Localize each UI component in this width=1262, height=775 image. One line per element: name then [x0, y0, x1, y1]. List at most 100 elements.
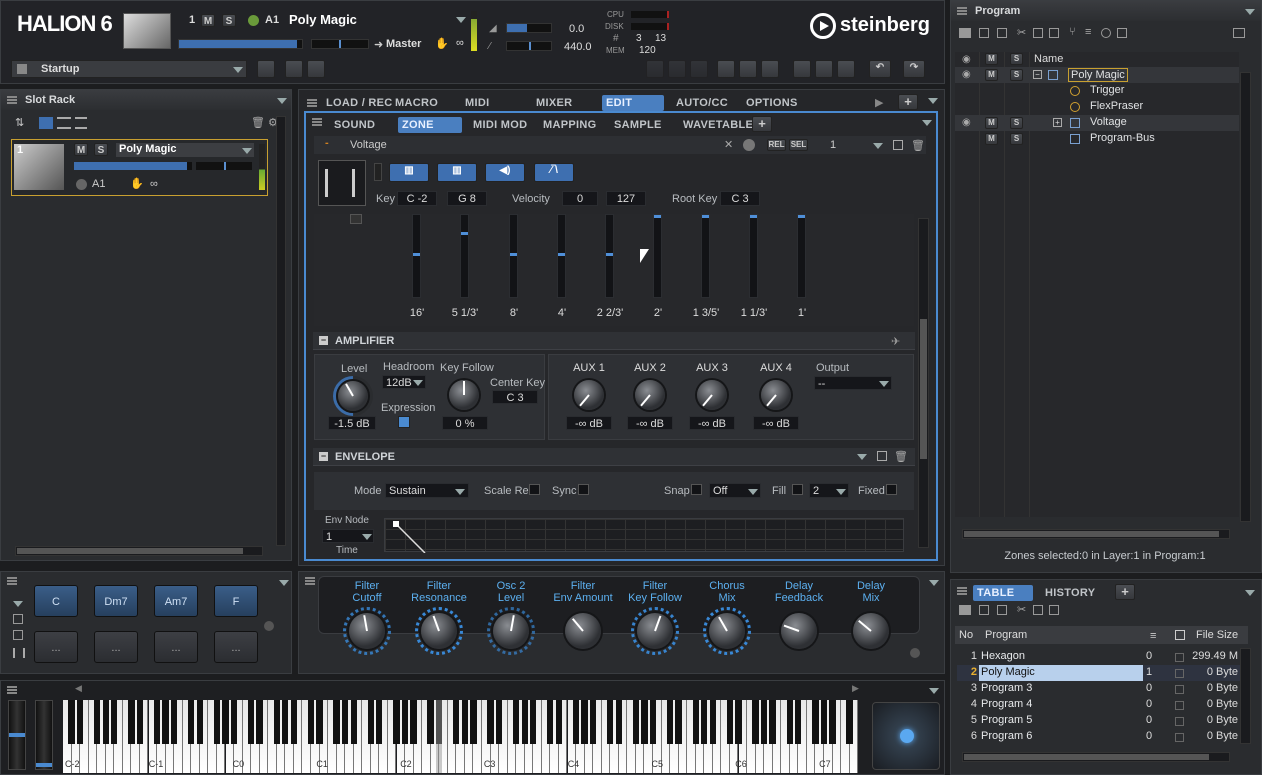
toolbar-icon-2[interactable]	[668, 60, 686, 78]
tree-item-module[interactable]: Trigger	[1090, 84, 1124, 96]
key-high-field[interactable]: G 8	[447, 191, 487, 206]
black-key[interactable]	[649, 700, 657, 744]
black-key[interactable]	[273, 700, 280, 744]
level-value[interactable]: -1.5 dB	[328, 416, 376, 430]
slot-mute-button[interactable]: M	[74, 143, 88, 156]
black-key[interactable]	[111, 700, 118, 744]
black-key[interactable]	[752, 700, 759, 744]
solo-button[interactable]: S	[222, 14, 236, 27]
slot-program-name[interactable]: Poly Magic	[116, 143, 254, 157]
black-key[interactable]	[316, 700, 323, 744]
drawbar-9[interactable]	[797, 214, 806, 298]
row-program-name[interactable]: Hexagon	[979, 649, 1143, 665]
snap-checkbox[interactable]	[691, 484, 702, 495]
black-key[interactable]	[290, 700, 297, 744]
black-key[interactable]	[170, 700, 178, 744]
root-key-field[interactable]: C 3	[720, 191, 760, 206]
tab-options[interactable]: OPTIONS	[742, 95, 802, 111]
keyboard-scroll-right-icon[interactable]: ▶	[852, 683, 859, 694]
output-dropdown-icon[interactable]	[879, 381, 889, 387]
qc-1-knob[interactable]	[349, 613, 385, 649]
amplifier-collapse-icon[interactable]: −	[319, 336, 328, 345]
visibility-icon[interactable]: ◉	[962, 117, 971, 128]
row-program-name[interactable]: Program 4	[979, 697, 1143, 713]
zone-solo-icon[interactable]	[743, 139, 755, 151]
module-icon[interactable]	[1101, 28, 1111, 38]
keyboard-range-button[interactable]: ▥	[389, 163, 429, 182]
pads-menu-icon[interactable]	[279, 580, 289, 586]
pad-3[interactable]: Am7	[154, 585, 198, 617]
tree-item-bus[interactable]: Program-Bus	[1090, 132, 1155, 144]
black-key[interactable]	[487, 700, 494, 744]
black-key[interactable]	[68, 700, 75, 744]
aux-2-knob[interactable]	[635, 380, 665, 410]
save-program-icon[interactable]	[979, 28, 989, 38]
tree-item-layer[interactable]: Voltage	[1090, 116, 1127, 128]
envelope-save-icon[interactable]	[877, 451, 887, 461]
black-key[interactable]	[307, 700, 315, 744]
black-key[interactable]	[632, 700, 639, 744]
black-key[interactable]	[153, 700, 161, 744]
toolbar-icon-9[interactable]	[837, 60, 855, 78]
editor-menu-icon[interactable]	[928, 98, 938, 104]
tab-auto-cc[interactable]: AUTO/CC	[672, 95, 732, 111]
amplifier-section-header[interactable]: − AMPLIFIER	[313, 332, 915, 350]
black-key[interactable]	[701, 700, 708, 744]
tab-mapping[interactable]: MAPPING	[539, 117, 600, 133]
pads-keyboard-icon[interactable]	[13, 648, 25, 658]
scale-rel-checkbox[interactable]	[529, 484, 540, 495]
trash-icon[interactable]: 🗑	[251, 116, 265, 129]
slot-volume-slider[interactable]	[74, 162, 192, 170]
black-key[interactable]	[521, 700, 528, 744]
pan-slider[interactable]	[311, 39, 369, 49]
black-key[interactable]	[555, 700, 563, 744]
table-copy-icon[interactable]	[1033, 605, 1043, 615]
redo-icon[interactable]: ↷	[903, 60, 925, 78]
row-solo-button[interactable]: S	[1010, 69, 1023, 81]
toolbar-icon-6[interactable]	[761, 60, 779, 78]
mute-button[interactable]: M	[201, 14, 215, 27]
sync-checkbox[interactable]	[578, 484, 589, 495]
tab-edit[interactable]: EDIT	[602, 95, 664, 111]
preset-name[interactable]: Startup	[41, 63, 80, 75]
fill-dropdown-icon[interactable]	[836, 489, 846, 495]
tab-sound[interactable]: SOUND	[330, 117, 379, 133]
toolbar-icon-3[interactable]	[690, 60, 708, 78]
row-program-name[interactable]: Program 5	[979, 713, 1143, 729]
black-key[interactable]	[453, 700, 460, 744]
toolbar-icon-5[interactable]	[739, 60, 757, 78]
drawbar-handle[interactable]	[350, 214, 362, 224]
col-count-icon[interactable]: ≡	[1150, 630, 1156, 642]
zone-delete-icon[interactable]: 🗑	[911, 139, 925, 152]
table-cut-icon[interactable]: ✂	[1017, 603, 1026, 616]
black-key[interactable]	[589, 700, 597, 744]
aux-4-knob[interactable]	[761, 380, 791, 410]
tree-item-module[interactable]: FlexPraser	[1090, 100, 1143, 112]
black-key[interactable]	[222, 700, 229, 744]
toolbar-icon-8[interactable]	[815, 60, 833, 78]
layout-icon-1[interactable]	[285, 60, 303, 78]
folder-icon[interactable]	[959, 28, 971, 38]
velocity-low-field[interactable]: 0	[562, 191, 598, 206]
qc-6-knob[interactable]	[709, 613, 745, 649]
table-menu-icon[interactable]	[1245, 590, 1255, 596]
row-solo-button[interactable]: S	[1010, 117, 1023, 129]
cut-icon[interactable]: ✂	[1017, 26, 1026, 39]
black-key[interactable]	[128, 700, 135, 744]
zone-save-icon[interactable]	[893, 140, 903, 150]
snap-dropdown-icon[interactable]	[748, 489, 758, 495]
speaker-button[interactable]: ◀)	[485, 163, 525, 182]
qc-3-knob[interactable]	[493, 613, 529, 649]
aux-3-value[interactable]: -∞ dB	[689, 416, 735, 430]
envelope-dropdown-icon[interactable]	[857, 454, 867, 460]
tab-history[interactable]: HISTORY	[1041, 585, 1099, 601]
black-key[interactable]	[196, 700, 203, 744]
output-name[interactable]: Master	[386, 38, 421, 50]
expand-icon[interactable]: +	[1053, 118, 1062, 127]
table-folder-icon[interactable]	[959, 605, 971, 615]
black-key[interactable]	[666, 700, 674, 744]
velocity-range-button[interactable]: ▥	[437, 163, 477, 182]
slot-midi-channel[interactable]: A1	[92, 178, 105, 190]
black-key[interactable]	[726, 700, 734, 744]
drawbar-1[interactable]	[412, 214, 421, 298]
